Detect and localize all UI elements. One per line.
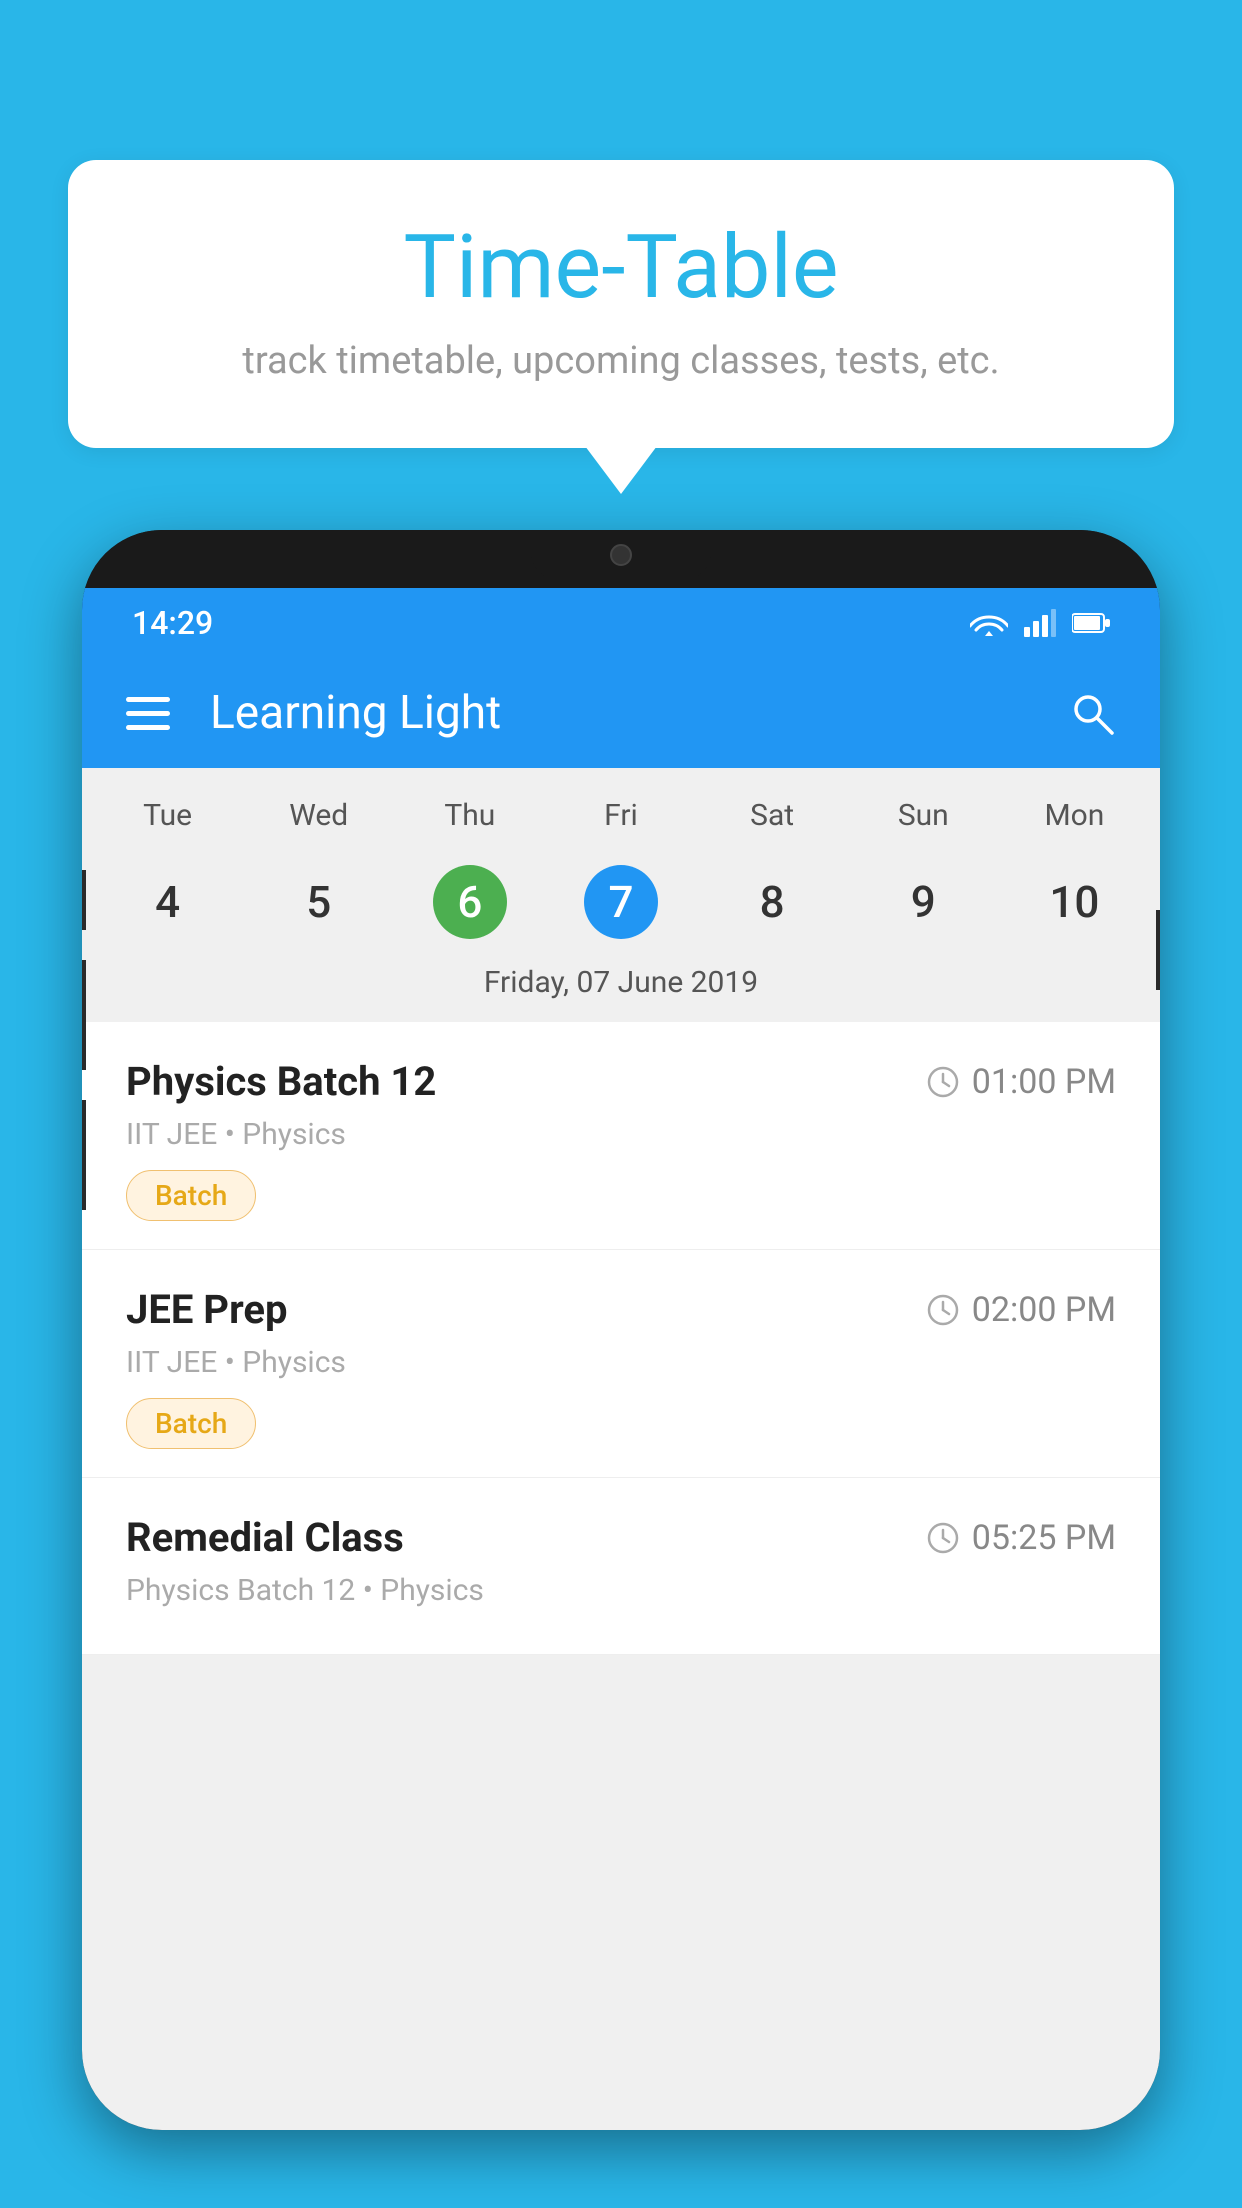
day-label-sat: Sat — [697, 788, 848, 843]
schedule-item-3[interactable]: Remedial Class 05:25 PM Physics Batch 12… — [82, 1478, 1160, 1655]
status-icons — [970, 609, 1110, 637]
status-bar: 14:29 — [82, 588, 1160, 658]
date-9[interactable]: 9 — [848, 851, 999, 953]
selected-date-label: Friday, 07 June 2019 — [82, 953, 1160, 1014]
clock-icon-2 — [926, 1293, 960, 1327]
status-time: 14:29 — [132, 604, 213, 642]
search-icon[interactable] — [1068, 689, 1116, 737]
schedule-item-3-header: Remedial Class 05:25 PM — [126, 1514, 1116, 1561]
day-label-fri: Fri — [545, 788, 696, 843]
volume-up-button[interactable] — [82, 960, 86, 1070]
clock-icon-3 — [926, 1521, 960, 1555]
schedule-item-2[interactable]: JEE Prep 02:00 PM IIT JEE • Physics Batc… — [82, 1250, 1160, 1478]
date-8[interactable]: 8 — [697, 851, 848, 953]
calendar-days-header: Tue Wed Thu Fri Sat Sun Mon — [82, 788, 1160, 843]
batch-badge-1: Batch — [126, 1170, 256, 1221]
schedule-meta-3: Physics Batch 12 • Physics — [126, 1573, 1116, 1608]
schedule-time-3: 05:25 PM — [926, 1518, 1116, 1558]
schedule-meta-1: IIT JEE • Physics — [126, 1117, 1116, 1152]
bubble-subtitle: track timetable, upcoming classes, tests… — [128, 339, 1114, 383]
phone-notch — [531, 530, 711, 580]
speech-bubble: Time-Table track timetable, upcoming cla… — [68, 160, 1174, 448]
bubble-title: Time-Table — [128, 220, 1114, 317]
schedule-time-2: 02:00 PM — [926, 1290, 1116, 1330]
schedule-title-3: Remedial Class — [126, 1514, 404, 1561]
battery-icon — [1072, 612, 1110, 634]
schedule-item-2-header: JEE Prep 02:00 PM — [126, 1286, 1116, 1333]
signal-icon — [1024, 609, 1056, 637]
hamburger-menu-icon[interactable] — [126, 697, 170, 730]
day-label-sun: Sun — [848, 788, 999, 843]
hamburger-line — [126, 711, 170, 716]
app-title: Learning Light — [210, 686, 1028, 740]
day-label-thu: Thu — [394, 788, 545, 843]
time-text-1: 01:00 PM — [972, 1062, 1116, 1102]
day-label-mon: Mon — [999, 788, 1150, 843]
day-label-wed: Wed — [243, 788, 394, 843]
date-10[interactable]: 10 — [999, 851, 1150, 953]
clock-icon-1 — [926, 1065, 960, 1099]
schedule-item-1-header: Physics Batch 12 01:00 PM — [126, 1058, 1116, 1105]
date-4[interactable]: 4 — [92, 851, 243, 953]
date-selected-circle: 7 — [584, 865, 658, 939]
date-7[interactable]: 7 — [545, 851, 696, 953]
date-today-circle: 6 — [433, 865, 507, 939]
schedule-list: Physics Batch 12 01:00 PM IIT JEE • Phys… — [82, 1022, 1160, 1655]
calendar-dates: 4 5 6 7 8 9 10 — [82, 851, 1160, 953]
hamburger-line — [126, 725, 170, 730]
schedule-item-1[interactable]: Physics Batch 12 01:00 PM IIT JEE • Phys… — [82, 1022, 1160, 1250]
mute-button[interactable] — [82, 870, 86, 930]
calendar-section: Tue Wed Thu Fri Sat Sun Mon 4 5 6 7 — [82, 768, 1160, 1022]
schedule-title-2: JEE Prep — [126, 1286, 287, 1333]
time-text-3: 05:25 PM — [972, 1518, 1116, 1558]
batch-badge-2: Batch — [126, 1398, 256, 1449]
camera-dot — [610, 544, 632, 566]
app-bar: Learning Light — [82, 658, 1160, 768]
power-button[interactable] — [1156, 910, 1160, 990]
hamburger-line — [126, 697, 170, 702]
phone-frame: 14:29 — [82, 530, 1160, 2130]
time-text-2: 02:00 PM — [972, 1290, 1116, 1330]
date-6[interactable]: 6 — [394, 851, 545, 953]
schedule-title-1: Physics Batch 12 — [126, 1058, 436, 1105]
phone-mockup: 14:29 — [82, 530, 1160, 2208]
wifi-icon — [970, 609, 1008, 637]
phone-screen: Tue Wed Thu Fri Sat Sun Mon 4 5 6 7 — [82, 768, 1160, 2130]
day-label-tue: Tue — [92, 788, 243, 843]
volume-down-button[interactable] — [82, 1100, 86, 1210]
speech-bubble-section: Time-Table track timetable, upcoming cla… — [68, 160, 1174, 448]
date-5[interactable]: 5 — [243, 851, 394, 953]
schedule-time-1: 01:00 PM — [926, 1062, 1116, 1102]
schedule-meta-2: IIT JEE • Physics — [126, 1345, 1116, 1380]
